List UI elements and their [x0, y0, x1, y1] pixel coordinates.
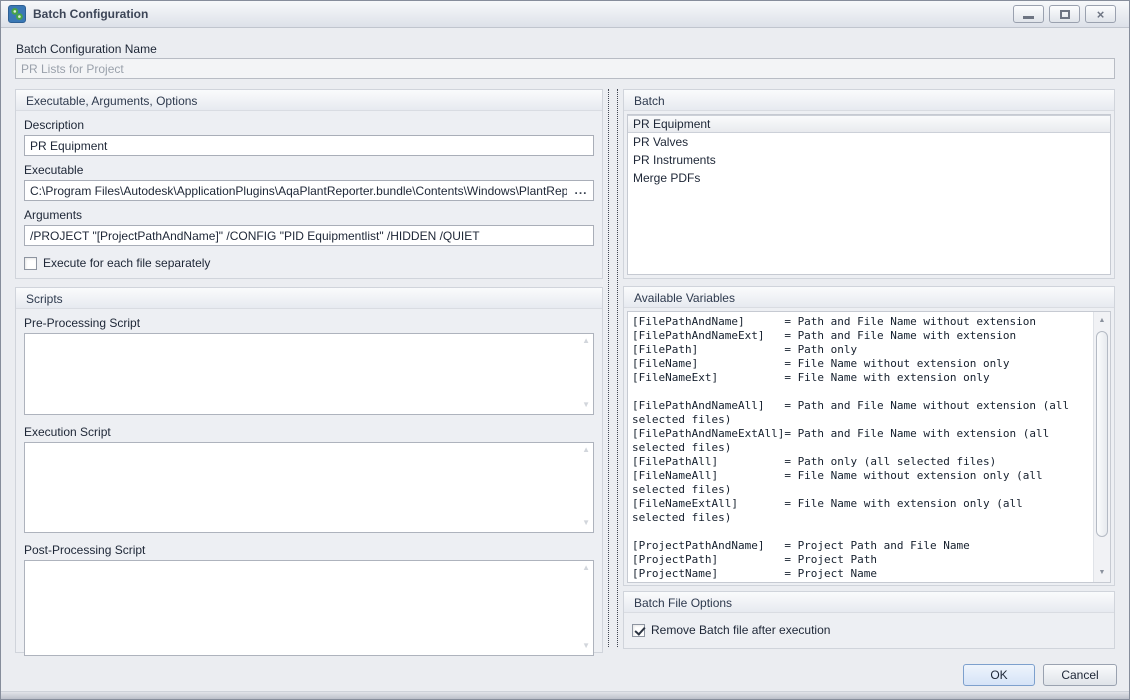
window-controls: × [1013, 5, 1122, 23]
description-label: Description [24, 118, 85, 132]
executable-group-title: Executable, Arguments, Options [16, 90, 602, 111]
window-title: Batch Configuration [33, 7, 149, 21]
scripts-group-title: Scripts [16, 288, 602, 309]
close-icon: × [1096, 6, 1105, 22]
available-variables-group: Available Variables [FilePathAndName] = … [623, 286, 1115, 586]
variables-text: [FilePathAndName] = Path and File Name w… [632, 315, 1070, 582]
column-splitter[interactable] [608, 89, 618, 647]
batch-list-item[interactable]: PR Valves [628, 133, 1110, 151]
post-processing-script-textarea[interactable] [24, 560, 594, 656]
scroll-up-icon[interactable]: ▲ [1094, 313, 1110, 329]
remove-batch-file-checkbox[interactable] [632, 623, 645, 637]
arguments-label: Arguments [24, 208, 83, 222]
batch-file-options-title: Batch File Options [624, 592, 1114, 613]
maximize-icon [1059, 9, 1070, 19]
close-button[interactable]: × [1085, 5, 1116, 23]
batch-configuration-name-input[interactable] [15, 58, 1115, 79]
pre-processing-script-label: Pre-Processing Script [24, 316, 141, 330]
minimize-icon [1023, 16, 1034, 19]
execute-separately-checkbox[interactable] [24, 256, 37, 270]
executable-group: Executable, Arguments, Options Descripti… [15, 89, 603, 279]
minimize-button[interactable] [1013, 5, 1044, 23]
executable-label: Executable [24, 163, 84, 177]
variables-scrollbar[interactable]: ▲ ▼ [1093, 312, 1110, 582]
window-bottom-frame [1, 691, 1129, 699]
scroll-down-icon[interactable]: ▼ [1094, 565, 1110, 581]
arguments-input[interactable] [24, 225, 594, 246]
batch-configuration-dialog: Batch Configuration × Batch Configuratio… [0, 0, 1130, 700]
batch-group: Batch PR Equipment PR Valves PR Instrument… [623, 89, 1115, 279]
cancel-button[interactable]: Cancel [1043, 664, 1117, 686]
remove-batch-file-label: Remove Batch file after execution [651, 623, 831, 637]
batch-list-item[interactable]: PR Equipment [628, 115, 1110, 133]
available-variables-title: Available Variables [624, 287, 1114, 308]
executable-path-input[interactable] [24, 180, 594, 201]
browse-executable-button[interactable]: ... [571, 182, 591, 198]
pre-processing-script-textarea[interactable] [24, 333, 594, 415]
batch-group-title: Batch [624, 90, 1114, 111]
execution-script-textarea[interactable] [24, 442, 594, 533]
ok-button[interactable]: OK [963, 664, 1035, 686]
batch-list[interactable]: PR Equipment PR Valves PR Instruments Merge… [627, 114, 1111, 275]
title-bar[interactable]: Batch Configuration × [1, 1, 1129, 28]
scripts-group: Scripts Pre-Processing Script ▲ ▼ Execut… [15, 287, 603, 656]
batch-configuration-name-label: Batch Configuration Name [16, 42, 157, 56]
batch-file-options-group: Batch File Options Remove Batch file aft… [623, 591, 1115, 649]
description-input[interactable] [24, 135, 594, 156]
execution-script-label: Execution Script [24, 425, 111, 439]
batch-list-item[interactable]: Merge PDFs [628, 169, 1110, 187]
maximize-button[interactable] [1049, 5, 1080, 23]
execute-separately-label: Execute for each file separately [43, 256, 211, 270]
app-gears-icon [8, 5, 26, 23]
variables-box: [FilePathAndName] = Path and File Name w… [627, 311, 1111, 583]
scrollbar-thumb[interactable] [1096, 331, 1108, 537]
batch-list-item[interactable]: PR Instruments [628, 151, 1110, 169]
post-processing-script-label: Post-Processing Script [24, 543, 146, 557]
